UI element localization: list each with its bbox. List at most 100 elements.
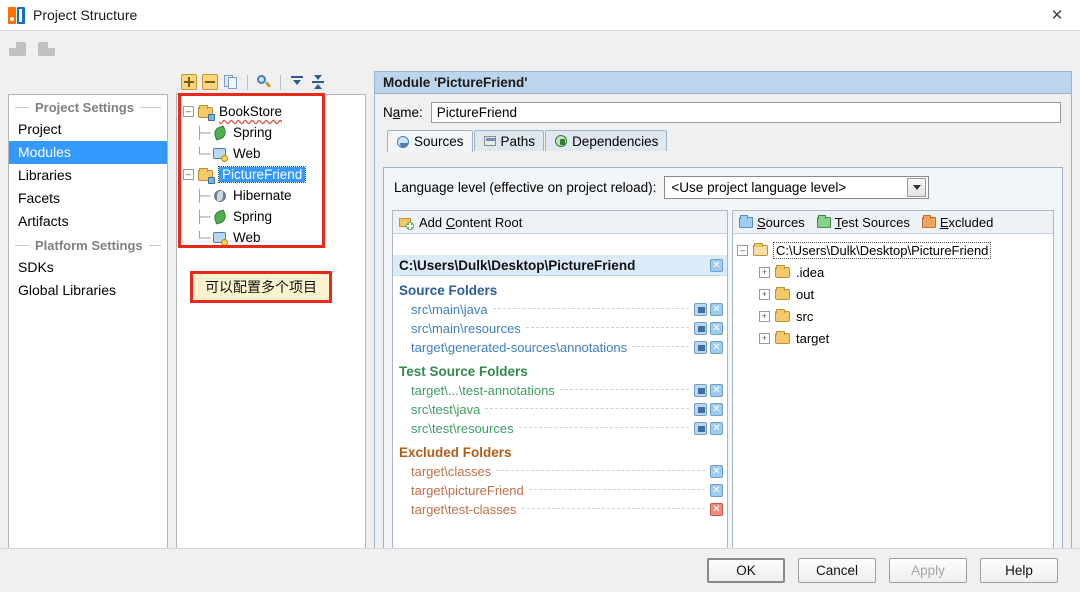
add-content-root-icon xyxy=(399,215,414,230)
remove-folder-icon[interactable]: ✕ xyxy=(710,422,723,435)
edit-properties-icon[interactable] xyxy=(694,322,707,335)
folder-tree-root[interactable]: – C:\Users\Dulk\Desktop\PictureFriend xyxy=(737,239,1053,261)
module-name-label: Name: xyxy=(383,105,423,120)
search-icon[interactable] xyxy=(256,74,272,90)
module-name-input[interactable] xyxy=(430,102,1061,123)
edit-properties-icon[interactable] xyxy=(694,384,707,397)
source-folder-row[interactable]: src\main\resources ✕ xyxy=(393,319,727,338)
excluded-folder-path: target\pictureFriend xyxy=(411,483,524,498)
legend-label-excluded[interactable]: Excluded xyxy=(940,215,993,230)
excluded-folder-row[interactable]: target\pictureFriend ✕ xyxy=(393,481,727,500)
edit-properties-icon[interactable] xyxy=(694,403,707,416)
sidebar-item-facets[interactable]: Facets xyxy=(9,187,167,210)
remove-icon[interactable] xyxy=(202,74,218,90)
ok-button[interactable]: OK xyxy=(707,558,785,583)
module-tree-node-picturefriend-web[interactable]: └─ Web xyxy=(183,227,365,248)
folder-icon xyxy=(775,264,791,280)
tab-dependencies[interactable]: Dependencies xyxy=(545,130,668,151)
window-title-bar: Project Structure ✕ xyxy=(0,0,1080,31)
remove-folder-icon[interactable]: ✕ xyxy=(710,384,723,397)
expand-toggle-icon[interactable]: + xyxy=(759,332,770,344)
sidebar-item-global-libraries[interactable]: Global Libraries xyxy=(9,279,167,302)
back-arrow-icon[interactable] xyxy=(8,39,28,59)
source-folder-row[interactable]: target\generated-sources\annotations ✕ xyxy=(393,338,727,357)
folder-tree-node-src[interactable]: + src xyxy=(737,305,1053,327)
test-source-folder-row[interactable]: src\test\resources ✕ xyxy=(393,419,727,438)
tab-sources[interactable]: Sources xyxy=(387,130,473,152)
excluded-folder-icon xyxy=(921,214,936,228)
remove-content-root-icon[interactable]: ✕ xyxy=(710,258,723,272)
remove-folder-icon[interactable]: ✕ xyxy=(710,403,723,416)
sidebar-item-artifacts[interactable]: Artifacts xyxy=(9,210,167,233)
module-detail-panel: Module 'PictureFriend' Name: Sources Pat… xyxy=(374,71,1072,572)
remove-folder-icon[interactable]: ✕ xyxy=(710,322,723,335)
add-content-root-button[interactable]: Add Content Root xyxy=(393,211,727,234)
sources-folder-icon xyxy=(739,214,753,228)
expand-toggle-icon[interactable]: + xyxy=(759,266,770,278)
language-level-select[interactable]: <Use project language level> xyxy=(664,176,930,199)
edit-properties-icon[interactable] xyxy=(694,422,707,435)
remove-folder-icon[interactable]: ✕ xyxy=(710,341,723,354)
help-button[interactable]: Help xyxy=(980,558,1058,583)
language-level-value: <Use project language level> xyxy=(671,180,847,195)
annotation-note: 可以配置多个项目 xyxy=(190,271,332,303)
collapse-toggle-icon[interactable]: – xyxy=(183,106,194,117)
folder-tree-label: .idea xyxy=(796,264,825,280)
module-tree-node-picturefriend-spring[interactable]: ├─ Spring xyxy=(183,206,365,227)
copy-icon[interactable] xyxy=(223,74,239,90)
cancel-button[interactable]: Cancel xyxy=(798,558,876,583)
section-title-source-folders: Source Folders xyxy=(399,283,498,298)
folder-tree-node-out[interactable]: + out xyxy=(737,283,1053,305)
test-source-folder-row[interactable]: target\...\test-annotations ✕ xyxy=(393,381,727,400)
expand-toggle-icon[interactable]: + xyxy=(759,310,770,322)
close-icon[interactable]: ✕ xyxy=(1034,0,1080,30)
edit-properties-icon[interactable] xyxy=(694,303,707,316)
remove-folder-icon[interactable]: ✕ xyxy=(710,503,723,516)
settings-category-list: Project Settings Project Modules Librari… xyxy=(8,94,168,572)
module-tree-node-bookstore-web[interactable]: └─ Web xyxy=(183,143,365,164)
excluded-folder-row[interactable]: target\classes ✕ xyxy=(393,462,727,481)
legend-label-sources[interactable]: Sources xyxy=(757,215,805,230)
excluded-folder-row[interactable]: target\test-classes ✕ xyxy=(393,500,727,519)
sidebar-item-sdks[interactable]: SDKs xyxy=(9,256,167,279)
module-folder-icon xyxy=(198,167,215,184)
folder-open-icon xyxy=(753,242,769,258)
module-tree-label: Hibernate xyxy=(233,188,292,203)
module-tree: – BookStore ├─ Spring └─ Web – PictureFr… xyxy=(177,95,365,248)
folder-tree-node-idea[interactable]: + .idea xyxy=(737,261,1053,283)
module-tree-node-bookstore[interactable]: – BookStore xyxy=(183,101,365,122)
sidebar-item-libraries[interactable]: Libraries xyxy=(9,164,167,187)
edit-properties-icon[interactable] xyxy=(694,341,707,354)
add-icon[interactable] xyxy=(181,74,197,90)
tree-elbow: ├─ xyxy=(196,209,211,224)
chevron-down-icon[interactable] xyxy=(907,178,927,197)
add-content-root-label: Add Content Root xyxy=(419,214,523,230)
collapse-toggle-icon[interactable]: – xyxy=(183,169,194,180)
module-tree-node-bookstore-spring[interactable]: ├─ Spring xyxy=(183,122,365,143)
forward-arrow-icon[interactable] xyxy=(36,39,56,59)
test-source-folder-row[interactable]: src\test\java ✕ xyxy=(393,400,727,419)
legend-label-test-sources[interactable]: Test Sources xyxy=(835,215,910,230)
tree-elbow: ├─ xyxy=(196,188,211,203)
expand-toggle-icon[interactable]: + xyxy=(759,288,770,300)
hibernate-icon xyxy=(212,188,228,204)
module-tree-panel: – BookStore ├─ Spring └─ Web – PictureFr… xyxy=(176,94,366,572)
module-tree-node-picturefriend[interactable]: – PictureFriend xyxy=(183,164,365,185)
web-facet-icon xyxy=(212,146,228,162)
expand-all-icon[interactable] xyxy=(289,74,305,90)
tab-paths[interactable]: Paths xyxy=(473,130,545,151)
content-root-row[interactable]: C:\Users\Dulk\Desktop\PictureFriend ✕ xyxy=(393,255,727,276)
source-folder-row[interactable]: src\main\java ✕ xyxy=(393,300,727,319)
remove-folder-icon[interactable]: ✕ xyxy=(710,484,723,497)
test-source-folder-path: src\test\resources xyxy=(411,421,514,436)
sidebar-item-modules[interactable]: Modules xyxy=(9,141,167,164)
collapse-toggle-icon[interactable]: – xyxy=(737,244,748,256)
dialog-body: Project Settings Project Modules Librari… xyxy=(0,31,1080,592)
remove-folder-icon[interactable]: ✕ xyxy=(710,303,723,316)
collapse-all-icon[interactable] xyxy=(310,74,326,90)
remove-folder-icon[interactable]: ✕ xyxy=(710,465,723,478)
module-tree-node-picturefriend-hibernate[interactable]: ├─ Hibernate xyxy=(183,185,365,206)
folder-tree-node-target[interactable]: + target xyxy=(737,327,1053,349)
content-root-path: C:\Users\Dulk\Desktop\PictureFriend xyxy=(399,257,636,273)
sidebar-item-project[interactable]: Project xyxy=(9,118,167,141)
